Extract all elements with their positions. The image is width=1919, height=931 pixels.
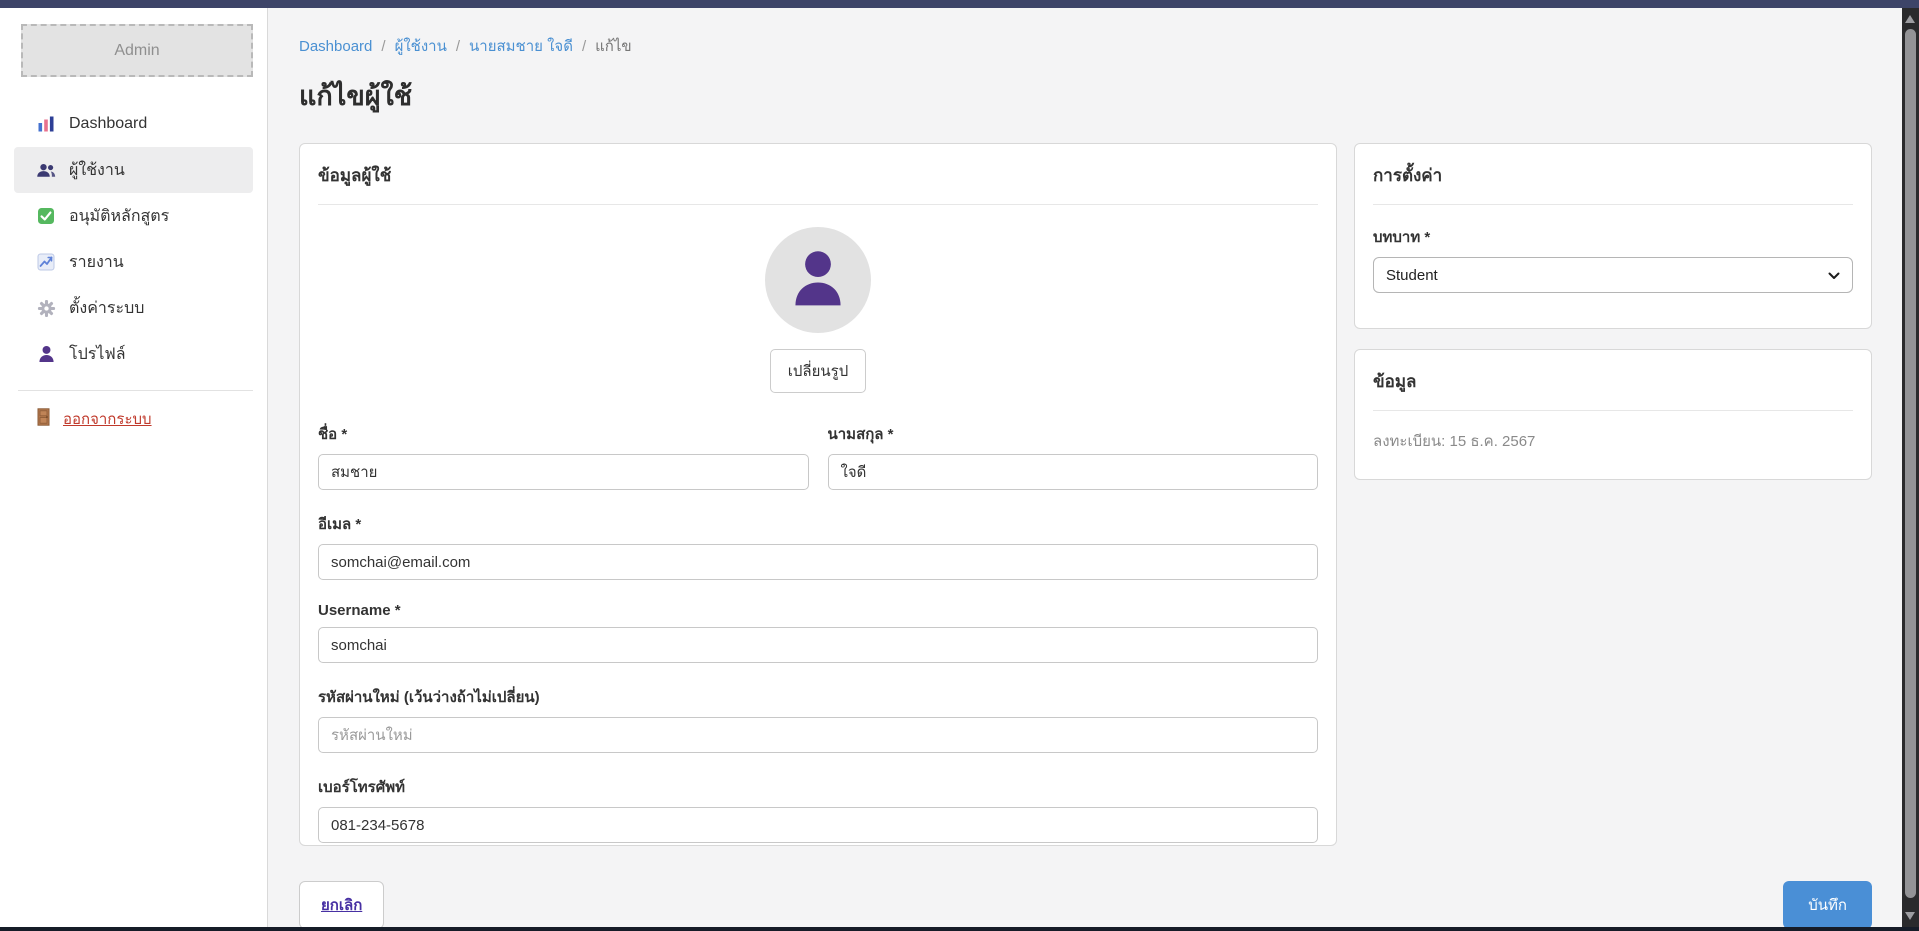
registered-date-text: ลงทะเบียน: 15 ธ.ค. 2567 — [1373, 429, 1853, 453]
person-icon — [36, 344, 56, 364]
first-name-group: ชื่อ * — [318, 422, 809, 490]
info-card-title: ข้อมูล — [1373, 368, 1853, 395]
new-password-group: รหัสผ่านใหม่ (เว้นว่างถ้าไม่เปลี่ยน) — [318, 685, 1318, 753]
username-label: Username * — [318, 602, 1318, 619]
sidebar-item-label: อนุมัติหลักสูตร — [69, 204, 169, 229]
user-form: ชื่อ * นามสกุล * อ — [318, 422, 1318, 843]
users-icon — [36, 160, 56, 180]
bar-chart-icon — [36, 114, 56, 134]
required-asterisk: * — [1424, 229, 1430, 246]
first-name-field[interactable] — [318, 454, 809, 490]
content-columns: ข้อมูลผู้ใช้ เปลี่ยนรูป — [299, 143, 1872, 846]
form-actions: ยกเลิก บันทึก — [299, 881, 1872, 927]
gear-icon — [36, 298, 56, 318]
role-select[interactable]: Student — [1373, 257, 1853, 293]
settings-card: การตั้งค่า บทบาท * Student — [1354, 143, 1872, 329]
logout-button[interactable]: ออกจากระบบ — [0, 407, 267, 431]
sidebar: Admin Dashboard ผู้ใช้งา — [0, 8, 268, 927]
scroll-down-arrow-icon[interactable] — [1905, 912, 1915, 920]
sidebar-item-label: รายงาน — [69, 250, 124, 275]
person-icon — [789, 247, 847, 314]
door-icon — [36, 408, 51, 430]
sidebar-item-dashboard[interactable]: Dashboard — [0, 101, 267, 147]
user-info-card: ข้อมูลผู้ใช้ เปลี่ยนรูป — [299, 143, 1337, 846]
email-label: อีเมล * — [318, 512, 1318, 536]
new-password-label: รหัสผ่านใหม่ (เว้นว่างถ้าไม่เปลี่ยน) — [318, 685, 1318, 709]
scrollbar-thumb[interactable] — [1905, 29, 1916, 898]
page-title: แก้ไขผู้ใช้ — [299, 74, 1872, 117]
sidebar-item-users[interactable]: ผู้ใช้งาน — [14, 147, 253, 193]
breadcrumb-link-users[interactable]: ผู้ใช้งาน — [395, 34, 447, 58]
info-card: ข้อมูล ลงทะเบียน: 15 ธ.ค. 2567 — [1354, 349, 1872, 480]
bottom-window-bar — [0, 927, 1919, 931]
last-name-label: นามสกุล * — [828, 422, 1319, 446]
sidebar-item-label: Dashboard — [69, 115, 147, 133]
card-divider — [1373, 204, 1853, 205]
last-name-group: นามสกุล * — [828, 422, 1319, 490]
sidebar-menu: Dashboard ผู้ใช้งาน อนุมัติหลักสูตร — [0, 101, 267, 377]
cancel-button[interactable]: ยกเลิก — [299, 881, 384, 927]
required-asterisk: * — [341, 426, 347, 443]
settings-card-title: การตั้งค่า — [1373, 162, 1853, 189]
card-divider — [318, 204, 1318, 205]
change-photo-button[interactable]: เปลี่ยนรูป — [770, 349, 866, 393]
brand-label: Admin — [114, 42, 159, 60]
role-select-value: Student — [1386, 267, 1438, 284]
user-info-card-title: ข้อมูลผู้ใช้ — [318, 162, 1318, 189]
chevron-down-icon — [1828, 267, 1840, 284]
required-asterisk: * — [355, 516, 361, 533]
username-group: Username * — [318, 602, 1318, 663]
vertical-scrollbar[interactable] — [1902, 8, 1919, 927]
phone-field[interactable] — [318, 807, 1318, 843]
email-field[interactable] — [318, 544, 1318, 580]
save-button[interactable]: บันทึก — [1783, 881, 1872, 927]
sidebar-item-reports[interactable]: รายงาน — [0, 239, 267, 285]
breadcrumb: Dashboard / ผู้ใช้งาน / นายสมชาย ใจดี / … — [299, 34, 1872, 58]
sidebar-divider — [18, 390, 253, 391]
role-label: บทบาท * — [1373, 225, 1853, 249]
trend-icon — [36, 252, 56, 272]
check-icon — [36, 206, 56, 226]
first-name-label: ชื่อ * — [318, 422, 809, 446]
avatar-section: เปลี่ยนรูป — [318, 227, 1318, 393]
phone-group: เบอร์โทรศัพท์ — [318, 775, 1318, 843]
breadcrumb-link-user-name[interactable]: นายสมชาย ใจดี — [469, 34, 573, 58]
sidebar-item-profile[interactable]: โปรไฟล์ — [0, 331, 267, 377]
sidebar-item-label: โปรไฟล์ — [69, 342, 126, 367]
avatar — [765, 227, 871, 333]
scroll-up-arrow-icon[interactable] — [1905, 15, 1915, 23]
breadcrumb-link-dashboard[interactable]: Dashboard — [299, 38, 372, 55]
required-asterisk: * — [888, 426, 894, 443]
card-divider — [1373, 410, 1853, 411]
sidebar-item-approve-courses[interactable]: อนุมัติหลักสูตร — [0, 193, 267, 239]
phone-label: เบอร์โทรศัพท์ — [318, 775, 1318, 799]
breadcrumb-current: แก้ไข — [595, 34, 632, 58]
required-asterisk: * — [395, 602, 401, 619]
brand-box: Admin — [21, 24, 253, 77]
sidebar-item-label: ตั้งค่าระบบ — [69, 296, 144, 321]
new-password-field[interactable] — [318, 717, 1318, 753]
email-group: อีเมล * — [318, 512, 1318, 580]
logout-label: ออกจากระบบ — [63, 407, 152, 431]
username-field[interactable] — [318, 627, 1318, 663]
breadcrumb-separator: / — [582, 38, 586, 55]
side-column: การตั้งค่า บทบาท * Student ข้อมูล — [1354, 143, 1872, 480]
sidebar-item-label: ผู้ใช้งาน — [69, 158, 125, 183]
main-content: Dashboard / ผู้ใช้งาน / นายสมชาย ใจดี / … — [269, 8, 1902, 927]
sidebar-item-system-settings[interactable]: ตั้งค่าระบบ — [0, 285, 267, 331]
breadcrumb-separator: / — [456, 38, 460, 55]
breadcrumb-separator: / — [381, 38, 385, 55]
top-window-bar — [0, 0, 1919, 8]
last-name-field[interactable] — [828, 454, 1319, 490]
